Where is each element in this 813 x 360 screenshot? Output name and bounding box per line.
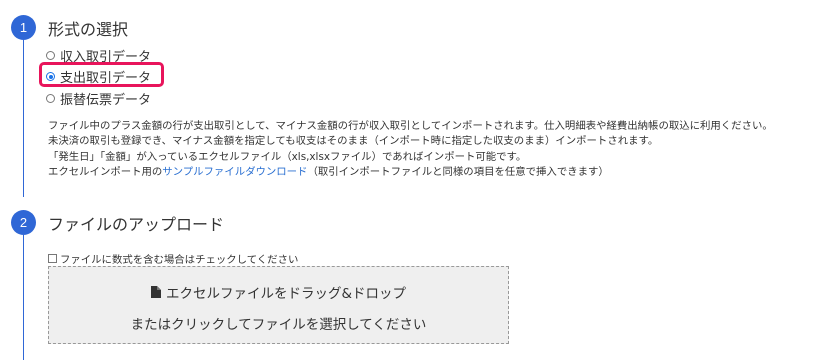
description-line-4: エクセルインポート用のサンプルファイルダウンロード（取引インポートファイルと同様… [48,165,773,180]
description-line-4-prefix: エクセルインポート用の [48,165,163,178]
description-line-3: 「発生日」「金額」が入っているエクセルファイル（xls,xlsxファイル）であれ… [48,150,527,163]
radio-option-expense[interactable]: 支出取引データ [46,67,151,86]
formula-checkbox[interactable] [48,254,57,263]
radio-label-transfer: 振替伝票データ [60,93,152,108]
radio-label-expense: 支出取引データ [60,71,152,86]
format-description: ファイル中のプラス金額の行が支出取引として、マイナス金額の行が収入取引としてイン… [48,119,773,180]
step-1-connector-line [23,40,24,197]
file-icon [150,286,161,298]
formula-checkbox-row[interactable]: ファイルに数式を含む場合はチェックしてください [48,251,298,266]
dropzone-drag-text: エクセルファイルをドラッグ&ドロップ [49,282,508,302]
dropzone-click-label: またはクリックしてファイルを選択してください [130,317,427,333]
radio-option-income[interactable]: 収入取引データ [46,46,151,65]
sample-file-download-link[interactable]: サンプルファイルダウンロード [162,166,307,178]
radio-label-income: 収入取引データ [60,50,152,65]
step-1-number-badge: 1 [11,15,36,40]
step-2-title: ファイルのアップロード [48,215,225,234]
step-2-connector-line [23,235,24,360]
step-1-title: 形式の選択 [48,20,129,39]
radio-button-transfer[interactable] [46,94,55,103]
radio-button-expense[interactable] [46,72,55,81]
radio-option-transfer[interactable]: 振替伝票データ [46,89,151,108]
step-2-number-badge: 2 [11,210,36,235]
file-dropzone[interactable]: エクセルファイルをドラッグ&ドロップ またはクリックしてファイルを選択してくださ… [48,266,509,344]
radio-button-income[interactable] [46,51,55,60]
description-line-4-suffix: （取引インポートファイルと同様の項目を任意で挿入できます） [307,165,609,178]
description-line-1: ファイル中のプラス金額の行が支出取引として、マイナス金額の行が収入取引としてイン… [48,120,773,132]
formula-checkbox-label: ファイルに数式を含む場合はチェックしてください [60,254,299,266]
description-line-2: 未決済の取引も登録でき、マイナス金額を指定しても収支はそのまま（インポート時に指… [48,135,659,148]
dropzone-drag-label: エクセルファイルをドラッグ&ドロップ [165,286,407,302]
